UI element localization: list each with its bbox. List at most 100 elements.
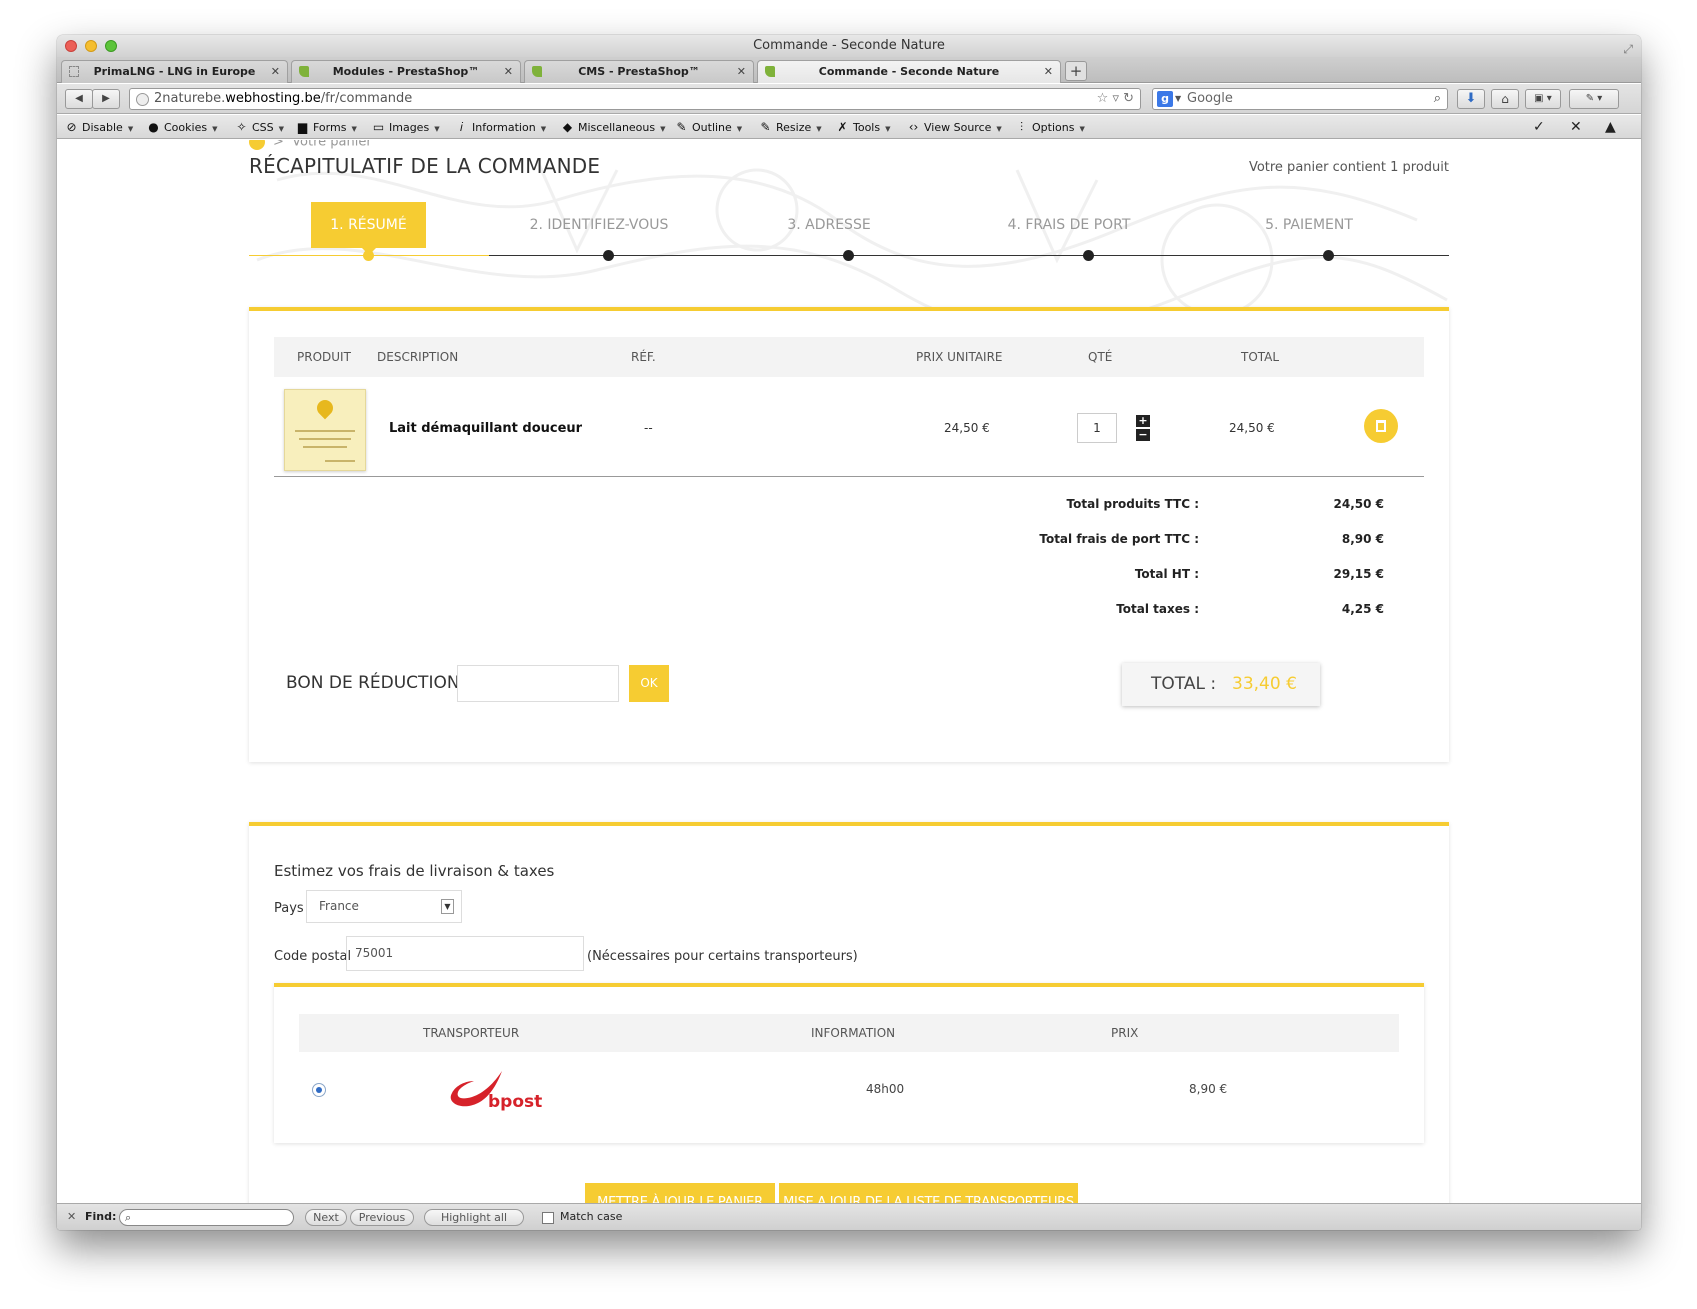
tab-primalng[interactable]: PrimaLNG - LNG in Europe ✕: [61, 60, 288, 83]
find-input[interactable]: ⌕: [119, 1209, 294, 1226]
minimize-window-button[interactable]: [85, 40, 97, 52]
devbar-disable[interactable]: ⊘ Disable ▼: [65, 115, 133, 141]
step-address[interactable]: 3. ADRESSE: [749, 202, 909, 248]
resize-pencil-icon: ✎: [760, 120, 771, 134]
devbar-tools[interactable]: ✗ Tools ▼: [836, 115, 890, 141]
zoom-window-button[interactable]: [105, 40, 117, 52]
delete-item-button[interactable]: [1364, 409, 1398, 443]
dropdown-arrow-icon: ▼: [441, 899, 454, 914]
validation-ok-icon[interactable]: ✓: [1533, 115, 1545, 139]
tab-label: CMS - PrestaShop™: [578, 65, 700, 78]
devbar-forms[interactable]: ▆ Forms ▼: [296, 115, 357, 141]
match-case-label: Match case: [560, 1210, 623, 1223]
home-icon[interactable]: [249, 140, 265, 150]
tab-label: Commande - Seconde Nature: [818, 65, 1000, 78]
step-identify[interactable]: 2. IDENTIFIEZ-VOUS: [509, 202, 689, 248]
search-icon[interactable]: ⌕: [1434, 89, 1441, 109]
back-button[interactable]: ◀: [65, 89, 93, 109]
tab-close-icon[interactable]: ✕: [1044, 61, 1053, 82]
addons-button[interactable]: ✎ ▾: [1569, 89, 1619, 109]
step-summary[interactable]: 1. RÉSUMÉ: [311, 202, 426, 255]
header-carrier: TRANSPORTEUR: [423, 1026, 520, 1040]
cart-item-row: Lait démaquillant douceur -- 24,50 € 1 +…: [274, 377, 1424, 477]
devbar-miscellaneous[interactable]: ◆ Miscellaneous ▼: [561, 115, 666, 141]
find-next-button[interactable]: Next: [305, 1209, 347, 1226]
carrier-radio-button[interactable]: [312, 1083, 326, 1097]
country-select[interactable]: France ▼: [306, 890, 462, 923]
devbar-images[interactable]: ▭ Images ▼: [372, 115, 440, 141]
home-button[interactable]: ⌂: [1491, 89, 1519, 109]
warning-icon[interactable]: ▲: [1605, 115, 1616, 139]
devbar-cookies[interactable]: ● Cookies ▼: [147, 115, 217, 141]
total-label: Total produits TTC :: [1066, 497, 1199, 511]
total-value: 24,50 €: [1333, 497, 1384, 511]
close-window-button[interactable]: [65, 40, 77, 52]
tab-commande[interactable]: Commande - Seconde Nature ✕: [757, 60, 1061, 83]
grand-total-value: 33,40 €: [1232, 674, 1297, 694]
postcode-input[interactable]: 75001: [346, 936, 584, 971]
tab-cms[interactable]: CMS - PrestaShop™ ✕: [524, 60, 754, 83]
devbar-options[interactable]: ⫶ Options ▼: [1015, 115, 1085, 141]
product-thumbnail[interactable]: [284, 389, 366, 471]
download-button[interactable]: ⬇: [1457, 89, 1485, 109]
postcode-label: Code postal: [274, 949, 352, 964]
devbar-view-source[interactable]: ‹› View Source ▼: [907, 115, 1002, 141]
bookmarks-button[interactable]: ▣ ▾: [1525, 89, 1561, 109]
product-ref: --: [644, 421, 653, 435]
find-label: Find:: [85, 1210, 117, 1223]
total-label: Total taxes :: [1116, 602, 1199, 616]
tab-bar: PrimaLNG - LNG in Europe ✕ Modules - Pre…: [57, 57, 1641, 83]
devbar-resize[interactable]: ✎ Resize ▼: [759, 115, 821, 141]
navigation-bar: ◀ ▶ 2naturebe.webhosting.be/fr/commande …: [57, 84, 1641, 114]
search-bar[interactable]: g ▼ Google ⌕: [1152, 88, 1448, 110]
country-label: Pays: [274, 901, 304, 916]
user-icon: ●: [148, 120, 159, 134]
url-domain: webhosting.be: [225, 91, 321, 106]
quantity-minus-button[interactable]: −: [1136, 429, 1150, 441]
page-content: > Votre panier RÉCAPITULATIF DE LA COMMA…: [57, 140, 1641, 1203]
engine-caret-icon[interactable]: ▼: [1175, 89, 1181, 109]
url-path: /fr/commande: [320, 91, 413, 106]
quantity-plus-button[interactable]: +: [1136, 415, 1150, 427]
voucher-ok-button[interactable]: OK: [629, 665, 669, 702]
wrench-icon: ✗: [837, 120, 848, 134]
code-icon: ‹›: [908, 120, 919, 134]
tab-close-icon[interactable]: ✕: [271, 61, 280, 82]
highlight-all-button[interactable]: Highlight all: [424, 1209, 524, 1226]
devbar-css[interactable]: ✧ CSS ▼: [235, 115, 284, 141]
title-bar: Commande - Seconde Nature ⤢: [57, 35, 1641, 57]
cart-table-header: PRODUIT DESCRIPTION RÉF. PRIX UNITAIRE Q…: [274, 337, 1424, 377]
url-bar[interactable]: 2naturebe.webhosting.be/fr/commande ☆ ▿ …: [129, 88, 1141, 110]
carrier-table-header: TRANSPORTEUR INFORMATION PRIX: [299, 1014, 1399, 1052]
product-name[interactable]: Lait démaquillant douceur: [389, 421, 582, 436]
postcode-note: (Nécessaires pour certains transporteurs…: [587, 949, 858, 964]
voucher-input[interactable]: [457, 665, 619, 702]
product-unit-price: 24,50 €: [944, 421, 990, 435]
checkout-steps: 1. RÉSUMÉ 2. IDENTIFIEZ-VOUS 3. ADRESSE …: [249, 202, 1449, 272]
update-cart-button[interactable]: METTRE À JOUR LE PANIER: [585, 1183, 775, 1203]
tab-close-icon[interactable]: ✕: [504, 61, 513, 82]
match-case-checkbox[interactable]: [542, 1212, 554, 1224]
bpost-logo: bpost: [444, 1065, 544, 1119]
tab-close-icon[interactable]: ✕: [737, 61, 746, 82]
devbar-outline[interactable]: ✎ Outline ▼: [675, 115, 742, 141]
breadcrumb: > Votre panier: [249, 140, 372, 150]
new-tab-button[interactable]: +: [1065, 61, 1087, 81]
update-carriers-button[interactable]: MISE A JOUR DE LA LISTE DE TRANSPORTEURS: [779, 1183, 1078, 1203]
cart-count: Votre panier contient 1 produit: [1248, 160, 1449, 175]
find-close-icon[interactable]: ✕: [67, 1204, 76, 1229]
step-shipping[interactable]: 4. FRAIS DE PORT: [969, 202, 1169, 248]
google-engine-icon[interactable]: g: [1157, 91, 1173, 107]
bookmark-star-icon[interactable]: ☆ ▿ ↻: [1097, 89, 1134, 109]
find-previous-button[interactable]: Previous: [350, 1209, 414, 1226]
briefcase-icon: ▆: [297, 120, 308, 134]
quantity-input[interactable]: 1: [1077, 413, 1117, 443]
devbar-information[interactable]: 𝑖 Information ▼: [455, 115, 546, 141]
product-total: 24,50 €: [1229, 421, 1275, 435]
step-payment[interactable]: 5. PAIEMENT: [1209, 202, 1409, 248]
search-icon: ⌕: [125, 1211, 132, 1224]
tab-modules[interactable]: Modules - PrestaShop™ ✕: [291, 60, 521, 83]
forward-button[interactable]: ▶: [92, 89, 120, 109]
step-dot-2: [603, 250, 614, 261]
validation-error-icon[interactable]: ✕: [1570, 115, 1582, 139]
